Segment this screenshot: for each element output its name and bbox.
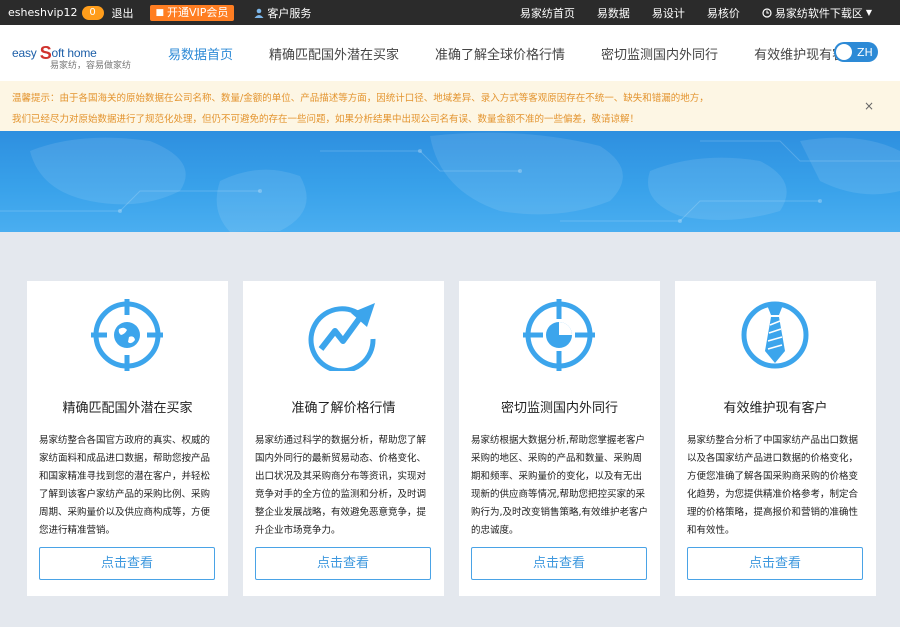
main-nav: easy Soft home 易家纺，容易做家纺 易数据首页 精确匹配国外潜在买… [0,25,900,81]
feature-card-competitors: 密切监测国内外同行 易家纺根据大数据分析,帮助您掌握老客户采购的地区、采购的产品… [459,281,660,596]
card-title: 密切监测国内外同行 [500,401,618,416]
hero-banner [0,131,900,232]
trend-arrow-icon [308,303,376,371]
nav-item-prices[interactable]: 准确了解全球价格行情 [435,44,565,63]
download-label: 易家纺软件下载区 [774,6,863,20]
customer-service-link[interactable]: 客户服务 [254,5,311,21]
close-icon[interactable]: × [864,99,874,113]
link-home[interactable]: 易家纺首页 [520,5,575,21]
coin-badge: 0 [81,5,104,20]
nav-links: 易数据首页 精确匹配国外潜在买家 准确了解全球价格行情 密切监测国内外同行 有效… [168,25,894,81]
username: esheshvip12 [8,6,78,19]
service-label: 客户服务 [267,6,312,20]
user-icon [254,8,264,18]
language-label: ZH [857,45,873,59]
nav-item-buyers[interactable]: 精确匹配国外潜在买家 [269,44,399,63]
logout-link[interactable]: 退出 [112,5,134,21]
link-design[interactable]: 易设计 [652,5,685,21]
user-area: esheshvip12 0 退出 ■ 开通VIP会员 客户服务 [8,0,311,25]
view-button[interactable]: 点击查看 [687,547,863,580]
logo-slogan: 易家纺，容易做家纺 [50,61,132,71]
notice-banner: 温馨提示：由于各国海关的原始数据在公司名称、数量/金额的单位、产品描述等方面，因… [0,81,900,131]
card-description: 易家纺根据大数据分析,帮助您掌握老客户采购的地区、采购的产品和数量、采购周期和频… [471,435,649,536]
nav-item-competitors[interactable]: 密切监测国内外同行 [601,44,718,63]
notice-line-1: 温馨提示：由于各国海关的原始数据在公司名称、数量/金额的单位、产品描述等方面，因… [12,93,709,104]
card-description: 易家纺整合分析了中国家纺产品出口数据以及各国家纺产品进口数据的价格变化，方便您准… [687,435,859,536]
world-map-decoration [0,132,900,232]
clock-icon [762,7,772,18]
link-data[interactable]: 易数据 [597,5,630,21]
chevron-down-icon: ▼ [865,8,872,17]
globe-target-icon [91,299,163,371]
card-description: 易家纺整合各国官方政府的真实、权威的家纺面料和成品进口数据，帮助您按产品和国家精… [39,435,211,536]
feature-card-buyers: 精确匹配国外潜在买家 易家纺整合各国官方政府的真实、权威的家纺面料和成品进口数据… [27,281,228,596]
feature-cards: 精确匹配国外潜在买家 易家纺整合各国官方政府的真实、权威的家纺面料和成品进口数据… [27,281,876,596]
card-title: 精确匹配国外潜在买家 [62,401,193,416]
view-button[interactable]: 点击查看 [39,547,215,580]
top-bar: esheshvip12 0 退出 ■ 开通VIP会员 客户服务 易家纺首页 易数… [0,0,900,25]
view-button[interactable]: 点击查看 [471,547,647,580]
crosshair-icon [523,299,595,371]
nav-item-data-home[interactable]: 易数据首页 [168,44,233,63]
feature-card-customers: 有效维护现有客户 易家纺整合分析了中国家纺产品出口数据以及各国家纺产品进口数据的… [675,281,876,596]
link-pricing[interactable]: 易核价 [707,5,740,21]
notice-line-2: 我们已经尽力对原始数据进行了规范化处理，但仍不可避免的存在一些问题，如果分析结果… [12,114,640,125]
feature-card-prices: 准确了解价格行情 易家纺通过科学的数据分析，帮助您了解国内外同行的最新贸易动态、… [243,281,444,596]
card-description: 易家纺通过科学的数据分析，帮助您了解国内外同行的最新贸易动态、价格变化、出口状况… [255,435,427,536]
tie-icon [741,301,809,369]
vip-button[interactable]: ■ 开通VIP会员 [149,4,235,21]
download-dropdown[interactable]: 易家纺软件下载区 ▼ [762,5,872,21]
toggle-knob [836,44,852,60]
vip-label: 开通VIP会员 [167,5,229,19]
view-button[interactable]: 点击查看 [255,547,431,580]
language-toggle[interactable]: ZH [834,42,878,62]
brand-logo[interactable]: easy Soft home 易家纺，容易做家纺 [12,36,131,71]
card-title: 准确了解价格行情 [291,401,396,416]
top-links: 易家纺首页 易数据 易设计 易核价 易家纺软件下载区 ▼ [498,0,872,25]
gift-icon: ■ [155,7,165,18]
card-title: 有效维护现有客户 [723,401,828,416]
